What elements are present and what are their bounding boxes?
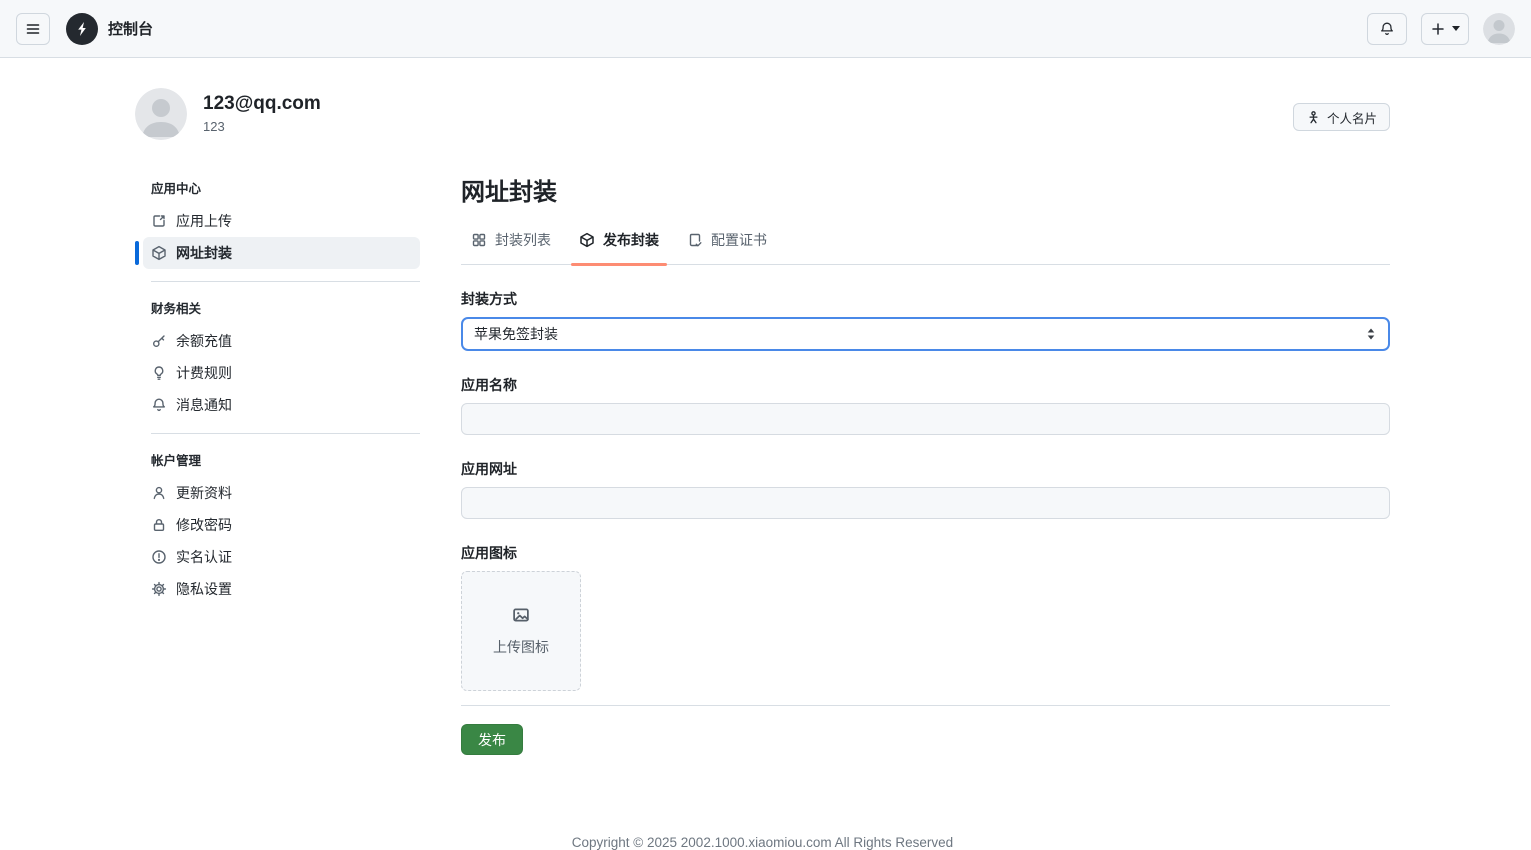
create-new-button[interactable]	[1421, 12, 1469, 45]
sidebar-item-label: 实名认证	[176, 549, 232, 565]
upload-icon	[151, 213, 167, 229]
icon-upload-dropzone[interactable]: 上传图标	[461, 571, 581, 691]
method-label: 封装方式	[461, 291, 517, 307]
tab-configure-certificate[interactable]: 配置证书	[677, 222, 777, 264]
personal-card-label: 个人名片	[1326, 111, 1377, 126]
tab-label: 配置证书	[711, 232, 767, 248]
tab-label: 封装列表	[495, 232, 551, 248]
caret-down-icon	[1452, 26, 1460, 31]
cube-icon	[151, 245, 167, 261]
profile-header: 123@qq.com 123 个人名片	[135, 88, 1390, 140]
app-name-label: 应用名称	[461, 377, 517, 393]
hamburger-button[interactable]	[16, 12, 50, 45]
app-name-input[interactable]	[461, 403, 1390, 435]
app-url-input[interactable]	[461, 487, 1390, 519]
upload-icon-label: 上传图标	[493, 639, 549, 655]
profile-avatar	[135, 88, 187, 140]
sidebar-section-account: 帐户管理	[151, 454, 202, 468]
cube-icon	[579, 232, 595, 248]
tab-package-list[interactable]: 封装列表	[461, 222, 561, 264]
form-divider	[461, 705, 1390, 706]
main-content: 网址封装 封装列表 发布封装 配置证书 封装方式 苹果免签封装 应用名称 应用网…	[461, 178, 1390, 755]
sidebar-item-label: 网址封装	[176, 245, 232, 261]
hamburger-icon	[25, 21, 41, 37]
sidebar-item-app-upload[interactable]: 应用上传	[143, 205, 420, 237]
sidebar-item-notifications[interactable]: 消息通知	[143, 389, 420, 421]
lock-icon	[151, 517, 167, 533]
select-arrows-icon	[1366, 327, 1376, 341]
profile-username: 123	[203, 118, 225, 134]
sidebar-divider	[151, 433, 420, 434]
sidebar-item-label: 应用上传	[176, 213, 232, 229]
sidebar: 应用中心 应用上传 网址封装 财务相关 余额充值 计费规则 消息通知 帐户管理 …	[135, 178, 420, 605]
top-bar: 控制台	[0, 0, 1531, 58]
bell-icon	[1379, 21, 1395, 37]
sidebar-item-label: 消息通知	[176, 397, 232, 413]
personal-card-button[interactable]: 个人名片	[1292, 103, 1390, 131]
user-avatar[interactable]	[1483, 12, 1515, 45]
lightbulb-icon	[151, 365, 167, 381]
grid-icon	[471, 232, 487, 248]
sidebar-item-balance-recharge[interactable]: 余额充值	[143, 325, 420, 357]
lightning-logo[interactable]	[66, 12, 98, 45]
sidebar-item-label: 计费规则	[176, 365, 232, 381]
sidebar-item-change-password[interactable]: 修改密码	[143, 509, 420, 541]
key-icon	[151, 333, 167, 349]
sidebar-section-app-center: 应用中心	[151, 182, 202, 196]
plus-icon	[1430, 21, 1446, 37]
publish-button[interactable]: 发布	[461, 724, 523, 755]
sidebar-item-label: 更新资料	[176, 485, 232, 501]
sidebar-item-label: 修改密码	[176, 517, 232, 533]
sidebar-section-finance: 财务相关	[151, 302, 202, 316]
sidebar-item-url-packaging[interactable]: 网址封装	[135, 237, 420, 269]
tab-label: 发布封装	[603, 232, 659, 248]
app-title: 控制台	[108, 21, 154, 38]
sidebar-item-real-name-verify[interactable]: 实名认证	[143, 541, 420, 573]
method-select[interactable]: 苹果免签封装	[461, 317, 1390, 351]
tab-publish-package[interactable]: 发布封装	[569, 222, 669, 266]
method-select-value: 苹果免签封装	[474, 326, 558, 342]
sidebar-item-privacy-settings[interactable]: 隐私设置	[143, 573, 420, 605]
sidebar-divider	[151, 281, 420, 282]
person-figure-icon	[1306, 110, 1321, 125]
image-icon	[511, 605, 531, 625]
app-icon-label: 应用图标	[461, 545, 517, 561]
sidebar-item-label: 余额充值	[176, 333, 232, 349]
bell-icon	[151, 397, 167, 413]
sidebar-item-label: 隐私设置	[176, 581, 232, 597]
tab-bar: 封装列表 发布封装 配置证书	[461, 222, 1390, 266]
sidebar-item-update-profile[interactable]: 更新资料	[143, 477, 420, 509]
page-title: 网址封装	[461, 179, 557, 206]
profile-email: 123@qq.com	[203, 93, 321, 114]
person-icon	[151, 485, 167, 501]
notifications-button[interactable]	[1367, 12, 1407, 45]
shield-check-icon	[151, 549, 167, 565]
file-check-icon	[687, 232, 703, 248]
app-url-label: 应用网址	[461, 461, 517, 477]
sidebar-item-billing-rules[interactable]: 计费规则	[143, 357, 420, 389]
gear-icon	[151, 581, 167, 597]
